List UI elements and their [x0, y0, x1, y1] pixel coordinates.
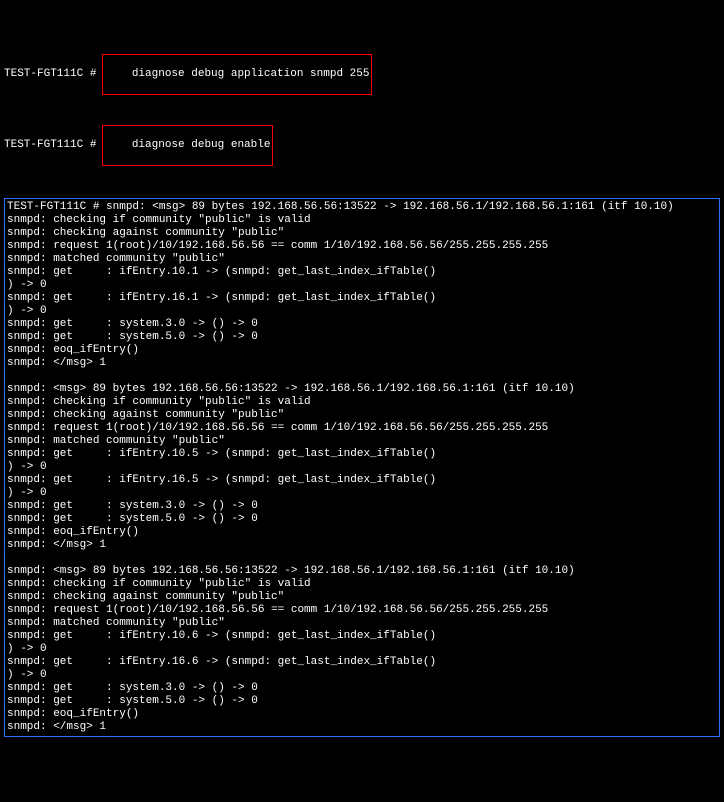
output-line: [7, 552, 717, 565]
output-line: snmpd: eoq_ifEntry(): [7, 526, 717, 539]
output-line: snmpd: checking against community "publi…: [7, 227, 717, 240]
output-line: snmpd: </msg> 1: [7, 721, 717, 734]
output-line: snmpd: get : ifEntry.16.5 -> (snmpd: get…: [7, 474, 717, 487]
output-line: snmpd: request 1(root)/10/192.168.56.56 …: [7, 240, 717, 253]
command-2-text[interactable]: diagnose debug enable: [132, 139, 271, 151]
output-line: snmpd: get : system.3.0 -> () -> 0: [7, 318, 717, 331]
output-line: snmpd: checking if community "public" is…: [7, 578, 717, 591]
output-line: snmpd: <msg> 89 bytes 192.168.56.56:1352…: [7, 383, 717, 396]
output-line: snmpd: request 1(root)/10/192.168.56.56 …: [7, 422, 717, 435]
output-line: snmpd: matched community "public": [7, 253, 717, 266]
command-1-box: diagnose debug application snmpd 255: [102, 54, 372, 95]
output-line: snmpd: checking if community "public" is…: [7, 396, 717, 409]
command-line-1: TEST-FGT111C # diagnose debug applicatio…: [4, 54, 720, 95]
prompt-2: TEST-FGT111C #: [4, 139, 96, 152]
debug-output-block: TEST-FGT111C # snmpd: <msg> 89 bytes 192…: [4, 198, 720, 737]
output-line: snmpd: </msg> 1: [7, 357, 717, 370]
output-line: snmpd: matched community "public": [7, 435, 717, 448]
output-line: ) -> 0: [7, 461, 717, 474]
output-line: ) -> 0: [7, 669, 717, 682]
output-line: snmpd: get : system.5.0 -> () -> 0: [7, 695, 717, 708]
output-line: [7, 370, 717, 383]
output-line: snmpd: eoq_ifEntry(): [7, 344, 717, 357]
output-line: ) -> 0: [7, 487, 717, 500]
output-line: TEST-FGT111C # snmpd: <msg> 89 bytes 192…: [7, 201, 717, 214]
output-line: snmpd: checking against community "publi…: [7, 591, 717, 604]
output-line: ) -> 0: [7, 643, 717, 656]
output-line: snmpd: </msg> 1: [7, 539, 717, 552]
command-line-2: TEST-FGT111C # diagnose debug enable: [4, 125, 720, 166]
output-line: snmpd: <msg> 89 bytes 192.168.56.56:1352…: [7, 565, 717, 578]
output-line: snmpd: checking against community "publi…: [7, 409, 717, 422]
output-line: snmpd: get : ifEntry.10.5 -> (snmpd: get…: [7, 448, 717, 461]
output-line: snmpd: get : system.5.0 -> () -> 0: [7, 513, 717, 526]
output-line: snmpd: get : ifEntry.10.6 -> (snmpd: get…: [7, 630, 717, 643]
output-line: snmpd: request 1(root)/10/192.168.56.56 …: [7, 604, 717, 617]
output-line: ) -> 0: [7, 305, 717, 318]
output-line: snmpd: get : system.3.0 -> () -> 0: [7, 682, 717, 695]
output-line: snmpd: get : ifEntry.16.1 -> (snmpd: get…: [7, 292, 717, 305]
output-line: snmpd: get : system.3.0 -> () -> 0: [7, 500, 717, 513]
output-line: snmpd: get : ifEntry.10.1 -> (snmpd: get…: [7, 266, 717, 279]
output-line: snmpd: eoq_ifEntry(): [7, 708, 717, 721]
output-line: snmpd: matched community "public": [7, 617, 717, 630]
prompt-1: TEST-FGT111C #: [4, 68, 96, 81]
output-line: snmpd: get : system.5.0 -> () -> 0: [7, 331, 717, 344]
command-1-text[interactable]: diagnose debug application snmpd 255: [132, 68, 370, 80]
output-line: snmpd: get : ifEntry.16.6 -> (snmpd: get…: [7, 656, 717, 669]
command-2-box: diagnose debug enable: [102, 125, 273, 166]
output-line: snmpd: checking if community "public" is…: [7, 214, 717, 227]
output-line: ) -> 0: [7, 279, 717, 292]
